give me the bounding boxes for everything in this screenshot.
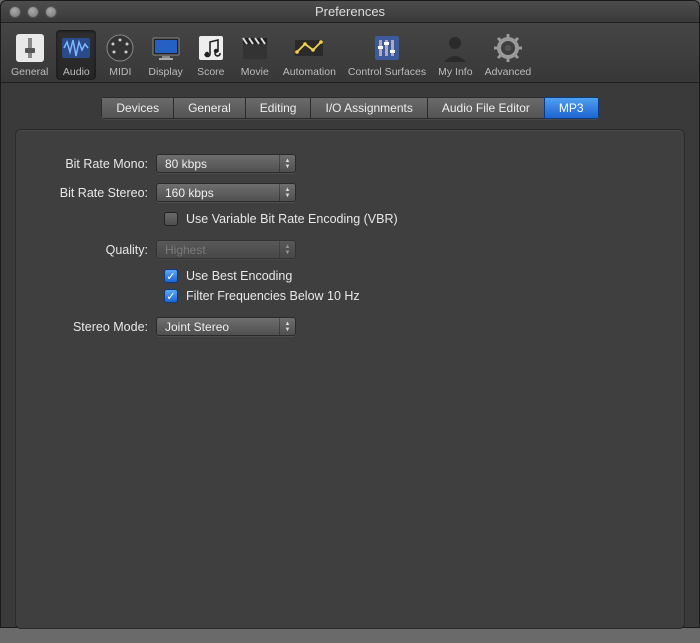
toolbar-item-midi[interactable]: MIDI	[100, 30, 140, 80]
person-silhouette-icon	[439, 32, 471, 64]
display-monitor-icon	[150, 32, 182, 64]
bitrate-mono-label: Bit Rate Mono:	[36, 157, 156, 171]
toolbar-item-automation[interactable]: Automation	[279, 30, 340, 80]
stereo-mode-label: Stereo Mode:	[36, 320, 156, 334]
tab-general[interactable]: General	[173, 97, 245, 119]
toolbar-item-my-info[interactable]: My Info	[434, 30, 476, 80]
chevron-updown-icon: ▲▼	[279, 155, 295, 172]
toolbar-label: MIDI	[109, 66, 131, 78]
filter-freq-label: Filter Frequencies Below 10 Hz	[186, 289, 360, 303]
window-controls	[1, 6, 57, 18]
toolbar-item-general[interactable]: General	[7, 30, 52, 80]
tab-devices[interactable]: Devices	[101, 97, 173, 119]
toolbar-label: Display	[148, 66, 182, 78]
tab-mp3[interactable]: MP3	[544, 97, 599, 119]
quality-value: Highest	[165, 243, 206, 257]
toolbar-label: Audio	[63, 66, 90, 78]
bitrate-stereo-value: 160 kbps	[165, 186, 214, 200]
best-encoding-label: Use Best Encoding	[186, 269, 292, 283]
settings-panel: Bit Rate Mono: 80 kbps ▲▼ Bit Rate Stere…	[15, 129, 685, 629]
gear-icon	[492, 32, 524, 64]
general-slider-icon	[14, 32, 46, 64]
close-icon[interactable]	[9, 6, 21, 18]
toolbar-item-display[interactable]: Display	[144, 30, 186, 80]
toolbar-label: Automation	[283, 66, 336, 78]
toolbar: General Audio MIDI Display Score	[1, 23, 699, 83]
tab-bar: Devices General Editing I/O Assignments …	[15, 97, 685, 119]
midi-port-icon	[104, 32, 136, 64]
bitrate-mono-popup[interactable]: 80 kbps ▲▼	[156, 154, 296, 173]
audio-waveform-icon	[60, 32, 92, 64]
toolbar-label: Score	[197, 66, 224, 78]
stereo-mode-popup[interactable]: Joint Stereo ▲▼	[156, 317, 296, 336]
automation-curve-icon	[293, 32, 325, 64]
best-encoding-checkbox[interactable]: ✓	[164, 269, 178, 283]
movie-clapper-icon	[239, 32, 271, 64]
window-title: Preferences	[1, 4, 699, 19]
tab-editing[interactable]: Editing	[245, 97, 311, 119]
quality-label: Quality:	[36, 243, 156, 257]
vbr-label: Use Variable Bit Rate Encoding (VBR)	[186, 212, 398, 226]
score-notes-icon	[195, 32, 227, 64]
toolbar-item-control-surfaces[interactable]: Control Surfaces	[344, 30, 430, 80]
toolbar-label: My Info	[438, 66, 472, 78]
toolbar-item-movie[interactable]: Movie	[235, 30, 275, 80]
titlebar: Preferences	[1, 1, 699, 23]
bitrate-stereo-popup[interactable]: 160 kbps ▲▼	[156, 183, 296, 202]
stereo-mode-value: Joint Stereo	[165, 320, 229, 334]
filter-freq-checkbox[interactable]: ✓	[164, 289, 178, 303]
chevron-updown-icon: ▲▼	[279, 318, 295, 335]
toolbar-item-audio[interactable]: Audio	[56, 30, 96, 80]
toolbar-label: Control Surfaces	[348, 66, 426, 78]
chevron-updown-icon: ▲▼	[279, 241, 295, 258]
toolbar-label: Advanced	[485, 66, 532, 78]
vbr-checkbox[interactable]	[164, 212, 178, 226]
chevron-updown-icon: ▲▼	[279, 184, 295, 201]
toolbar-label: General	[11, 66, 48, 78]
minimize-icon[interactable]	[27, 6, 39, 18]
toolbar-label: Movie	[241, 66, 269, 78]
zoom-icon[interactable]	[45, 6, 57, 18]
bitrate-mono-value: 80 kbps	[165, 157, 207, 171]
preferences-window: Preferences General Audio MIDI Display	[0, 0, 700, 628]
toolbar-item-score[interactable]: Score	[191, 30, 231, 80]
tab-audio-file-editor[interactable]: Audio File Editor	[427, 97, 544, 119]
tab-io-assignments[interactable]: I/O Assignments	[310, 97, 426, 119]
quality-popup: Highest ▲▼	[156, 240, 296, 259]
bitrate-stereo-label: Bit Rate Stereo:	[36, 186, 156, 200]
control-surfaces-faders-icon	[371, 32, 403, 64]
toolbar-item-advanced[interactable]: Advanced	[481, 30, 536, 80]
